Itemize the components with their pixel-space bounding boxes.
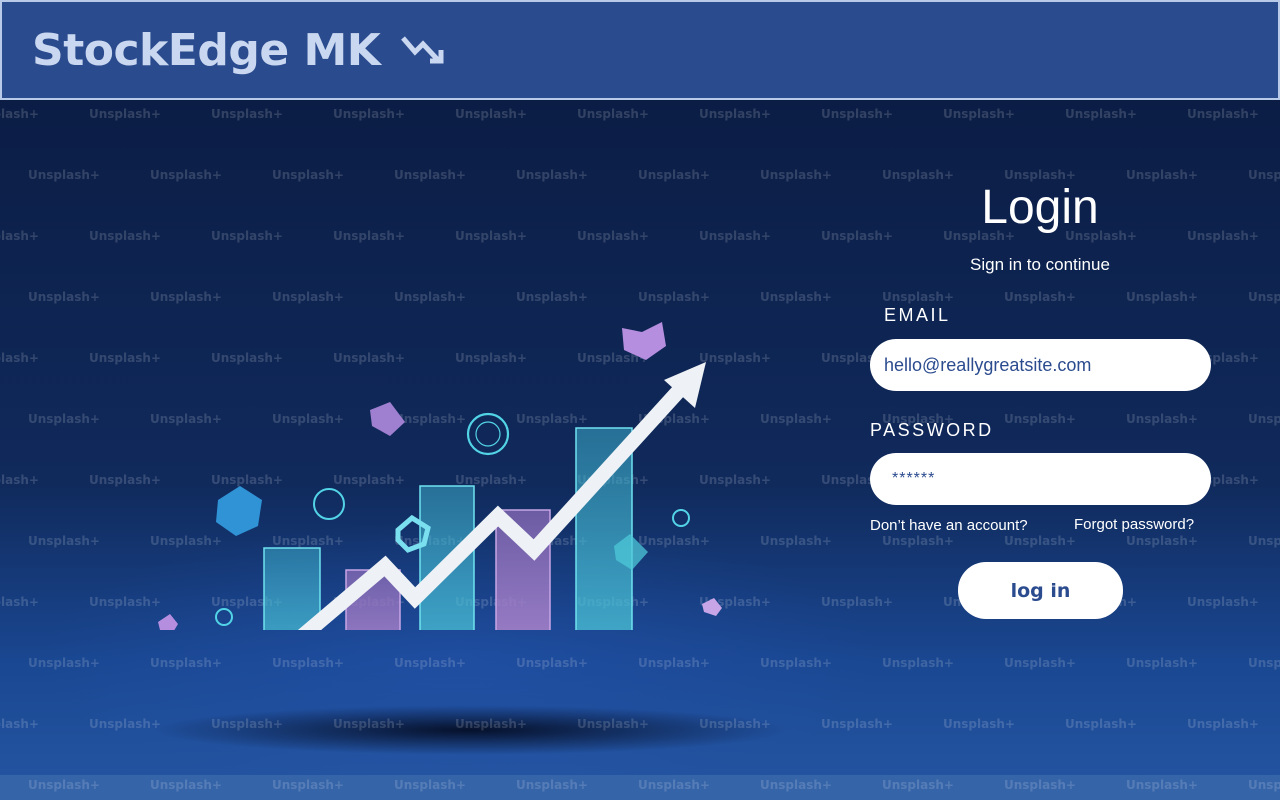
hero-shadow — [150, 705, 790, 755]
watermark-text: Unsplash+ — [1126, 656, 1198, 670]
watermark-text: Unsplash+ — [577, 107, 649, 121]
watermark-text: Unsplash+ — [943, 107, 1015, 121]
stock-growth-chart-illustration — [158, 322, 722, 630]
brand-title[interactable]: StockEdge MK — [32, 25, 381, 76]
watermark-text: Unsplash+ — [638, 656, 710, 670]
email-label: EMAIL — [884, 305, 951, 325]
watermark-text: Unsplash+ — [150, 656, 222, 670]
watermark-text: Unsplash+ — [1187, 595, 1259, 609]
watermark-text: Unsplash+ — [1004, 412, 1076, 426]
login-subtitle: Sign in to continue — [970, 255, 1110, 274]
watermark-text: Unsplash+ — [821, 595, 893, 609]
watermark-text: Unsplash+ — [882, 534, 954, 548]
watermark-text: Unsplash+ — [1248, 168, 1280, 182]
watermark-text: Unsplash+ — [1248, 412, 1280, 426]
watermark-text: Unsplash+ — [1065, 107, 1137, 121]
watermark-text: Unsplash+ — [1126, 534, 1198, 548]
watermark-text: Unsplash+ — [882, 290, 954, 304]
password-field[interactable] — [870, 453, 1211, 505]
watermark-text: Unsplash+ — [0, 473, 39, 487]
watermark-text: Unsplash+ — [943, 717, 1015, 731]
signup-link[interactable]: Don’t have an account? — [870, 517, 1028, 534]
watermark-text: Unsplash+ — [1248, 534, 1280, 548]
watermark-text: Unsplash+ — [89, 107, 161, 121]
watermark-text: Unsplash+ — [28, 656, 100, 670]
watermark-text: Unsplash+ — [760, 656, 832, 670]
email-field[interactable] — [870, 339, 1211, 391]
watermark-text: Unsplash+ — [272, 656, 344, 670]
watermark-text: Unsplash+ — [211, 107, 283, 121]
forgot-password-link[interactable]: Forgot password? — [1074, 516, 1194, 533]
watermark-text: Unsplash+ — [1004, 656, 1076, 670]
watermark-text: Unsplash+ — [699, 107, 771, 121]
watermark-text: Unsplash+ — [1065, 717, 1137, 731]
watermark-text: Unsplash+ — [0, 717, 39, 731]
watermark-text: Unsplash+ — [1187, 717, 1259, 731]
watermark-text: Unsplash+ — [0, 107, 39, 121]
top-header: StockEdge MK — [0, 0, 1280, 100]
watermark-text: Unsplash+ — [28, 168, 100, 182]
watermark-text: Unsplash+ — [516, 168, 588, 182]
login-button[interactable]: log in — [958, 562, 1123, 619]
login-title: Login — [981, 181, 1099, 234]
watermark-text: Unsplash+ — [394, 168, 466, 182]
hero-floor — [0, 775, 1280, 800]
watermark-text: Unsplash+ — [272, 168, 344, 182]
watermark-text: Unsplash+ — [1126, 412, 1198, 426]
watermark-text: Unsplash+ — [1187, 107, 1259, 121]
watermark-text: Unsplash+ — [821, 717, 893, 731]
watermark-text: Unsplash+ — [333, 107, 405, 121]
password-label: PASSWORD — [870, 420, 994, 440]
watermark-text: Unsplash+ — [1248, 290, 1280, 304]
watermark-text: Unsplash+ — [0, 229, 39, 243]
watermark-text: Unsplash+ — [455, 107, 527, 121]
watermark-text: Unsplash+ — [394, 656, 466, 670]
watermark-text: Unsplash+ — [28, 534, 100, 548]
watermark-text: Unsplash+ — [1126, 290, 1198, 304]
trend-down-icon — [400, 30, 454, 74]
watermark-text: Unsplash+ — [1248, 656, 1280, 670]
watermark-text: Unsplash+ — [821, 107, 893, 121]
watermark-text: Unsplash+ — [28, 290, 100, 304]
watermark-text: Unsplash+ — [882, 656, 954, 670]
watermark-text: Unsplash+ — [516, 656, 588, 670]
watermark-text: Unsplash+ — [0, 351, 39, 365]
watermark-text: Unsplash+ — [150, 168, 222, 182]
watermark-text: Unsplash+ — [0, 595, 39, 609]
watermark-text: Unsplash+ — [760, 168, 832, 182]
watermark-text: Unsplash+ — [1004, 290, 1076, 304]
watermark-text: Unsplash+ — [638, 168, 710, 182]
watermark-text: Unsplash+ — [28, 412, 100, 426]
watermark-text: Unsplash+ — [1004, 534, 1076, 548]
